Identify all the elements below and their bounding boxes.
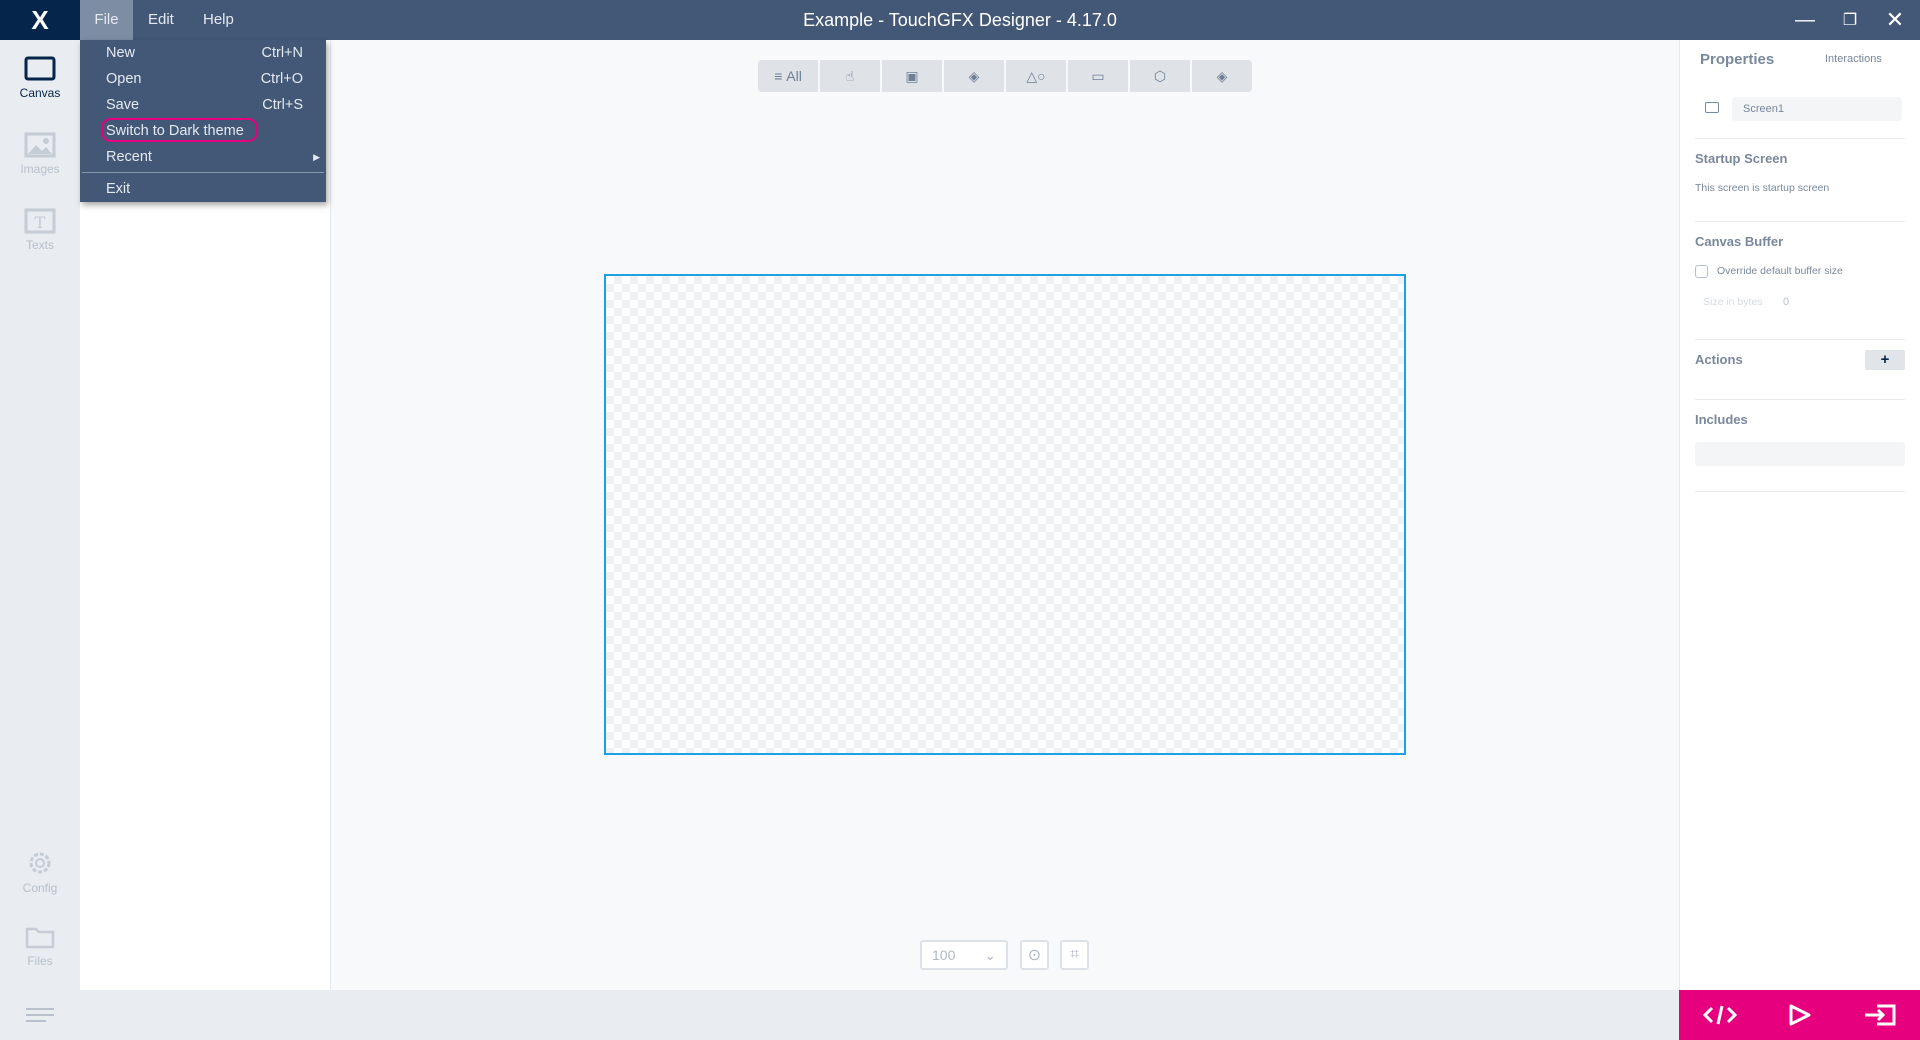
- highlight-annotation: [101, 118, 258, 142]
- divider: [1695, 339, 1905, 340]
- menu-item-open[interactable]: Open Ctrl+O: [80, 66, 326, 92]
- menu-item-exit[interactable]: Exit: [80, 176, 326, 202]
- startup-heading: Startup Screen: [1695, 151, 1788, 166]
- filter-all-button[interactable]: ≡ All: [758, 60, 818, 92]
- hamburger-icon[interactable]: [26, 1007, 54, 1023]
- gear-icon: [29, 852, 51, 874]
- list-icon: ≡: [774, 68, 787, 84]
- filter-all-label: All: [786, 68, 802, 84]
- text-icon: T: [24, 208, 56, 234]
- divider: [1695, 491, 1905, 492]
- filter-3d-button[interactable]: ⬡: [1130, 60, 1190, 92]
- image-icon: ▣: [905, 67, 919, 84]
- run-target-button[interactable]: [1840, 990, 1920, 1040]
- rail-texts-label: Texts: [25, 238, 54, 252]
- tab-interactions[interactable]: Interactions: [1825, 53, 1882, 65]
- actions-heading: Actions: [1695, 352, 1743, 367]
- menu-item-label: Save: [106, 97, 140, 113]
- menu-item-save[interactable]: Save Ctrl+S: [80, 92, 326, 118]
- includes-input[interactable]: [1695, 442, 1905, 466]
- layers-icon: ◈: [968, 67, 980, 84]
- stack-icon: ◈: [1216, 67, 1228, 84]
- buffer-heading: Canvas Buffer: [1695, 234, 1784, 249]
- crop-button[interactable]: ⌗: [1060, 940, 1089, 970]
- size-value: 0: [1783, 296, 1790, 308]
- canvas-icon: [24, 56, 56, 81]
- menu-item-label: Recent: [106, 149, 152, 165]
- menu-item-label: New: [106, 45, 136, 61]
- filter-images-button[interactable]: ▣: [882, 60, 942, 92]
- zoom-select[interactable]: 100 ⌄: [920, 940, 1008, 970]
- menu-item-label: Exit: [106, 181, 131, 197]
- divider: [1695, 138, 1905, 139]
- focus-icon: ⊙: [1027, 947, 1042, 964]
- widget-toolbar: ≡ All ☝ ▣ ◈ △○ ▭ ⬡ ◈: [758, 60, 1252, 92]
- rail-config-label: Config: [22, 881, 58, 895]
- menu-file[interactable]: File: [80, 0, 133, 40]
- rail-images[interactable]: Images: [0, 132, 80, 176]
- left-rail: [0, 40, 80, 990]
- title-bar: [0, 0, 1920, 40]
- filter-shapes-button[interactable]: △○: [1006, 60, 1066, 92]
- run-simulator-button[interactable]: [1760, 990, 1840, 1040]
- cube-icon: ⬡: [1153, 67, 1167, 84]
- add-action-button[interactable]: +: [1865, 350, 1905, 370]
- import-icon: [1865, 1004, 1896, 1026]
- progress-icon: ▭: [1091, 67, 1105, 84]
- zoom-value: 100: [932, 947, 956, 963]
- shortcut-label: Ctrl+O: [260, 71, 303, 87]
- divider: [1695, 221, 1905, 222]
- tab-properties[interactable]: Properties: [1700, 51, 1774, 68]
- rail-texts[interactable]: T Texts: [0, 208, 80, 252]
- filter-misc-button[interactable]: ◈: [1192, 60, 1252, 92]
- minimize-button[interactable]: —: [1783, 0, 1827, 40]
- chevron-down-icon: ⌄: [984, 946, 996, 963]
- size-label: Size in bytes: [1703, 296, 1763, 308]
- rail-canvas[interactable]: Canvas: [0, 56, 80, 100]
- menu-separator: [82, 172, 324, 173]
- image-icon: [24, 132, 56, 158]
- includes-heading: Includes: [1695, 412, 1748, 427]
- filter-containers-button[interactable]: ◈: [944, 60, 1004, 92]
- rail-files[interactable]: Files: [0, 924, 80, 968]
- rail-images-label: Images: [20, 162, 60, 176]
- fit-screen-button[interactable]: ⊙: [1020, 940, 1049, 970]
- crop-icon: ⌗: [1069, 946, 1079, 963]
- menu-edit[interactable]: Edit: [135, 0, 187, 40]
- rail-config[interactable]: Config: [0, 849, 80, 895]
- bottom-bar: [0, 990, 1679, 1040]
- submenu-arrow-icon: ▶: [313, 152, 320, 162]
- shortcut-label: Ctrl+N: [261, 45, 304, 61]
- shortcut-label: Ctrl+S: [262, 97, 303, 113]
- generate-code-button[interactable]: [1680, 990, 1760, 1040]
- code-icon: [1703, 1005, 1737, 1025]
- app-logo: X: [0, 0, 80, 40]
- close-button[interactable]: ✕: [1873, 0, 1917, 40]
- screen-icon: [1705, 102, 1719, 113]
- menu-item-recent[interactable]: Recent ▶: [80, 144, 326, 170]
- touch-icon: ☝: [845, 67, 855, 84]
- folder-icon: [25, 927, 55, 949]
- screen-canvas[interactable]: [604, 274, 1406, 755]
- startup-text: This screen is startup screen: [1695, 182, 1830, 194]
- svg-text:T: T: [35, 213, 46, 232]
- screen-name-input[interactable]: Screen1: [1732, 97, 1902, 121]
- rail-files-label: Files: [27, 954, 53, 968]
- menu-item-label: Open: [106, 71, 142, 87]
- override-label: Override default buffer size: [1717, 265, 1843, 277]
- filter-interaction-button[interactable]: ☝: [820, 60, 880, 92]
- play-icon: [1789, 1004, 1811, 1026]
- menu-item-new[interactable]: New Ctrl+N: [80, 40, 326, 66]
- shapes-icon: △○: [1026, 67, 1046, 84]
- restore-button[interactable]: ❐: [1828, 0, 1872, 40]
- menu-help[interactable]: Help: [190, 0, 247, 40]
- override-checkbox[interactable]: [1695, 265, 1708, 278]
- divider: [1695, 399, 1905, 400]
- filter-progress-button[interactable]: ▭: [1068, 60, 1128, 92]
- rail-canvas-label: Canvas: [19, 86, 61, 100]
